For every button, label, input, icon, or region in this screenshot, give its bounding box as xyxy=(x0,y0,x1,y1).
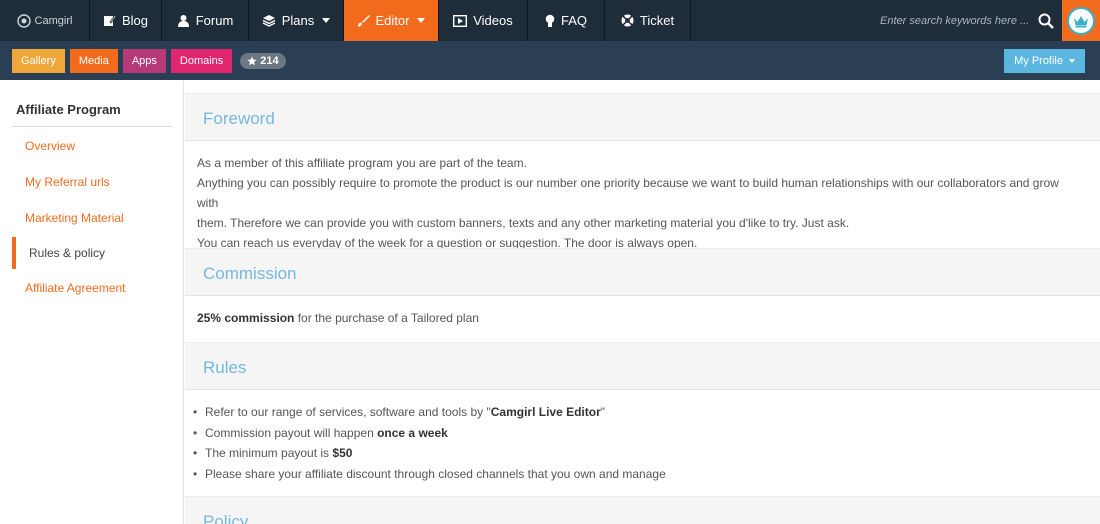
nav-plans[interactable]: Plans xyxy=(249,0,344,41)
search-icon xyxy=(1038,13,1054,29)
list-item: Refer to our range of services, software… xyxy=(191,402,666,423)
nav-videos[interactable]: Videos xyxy=(439,0,528,41)
foreword-line: them. Therefore we can provide you with … xyxy=(197,216,850,230)
list-item: Please share your affiliate discount thr… xyxy=(191,464,666,485)
commission-detail: for the purchase of a Tailored plan xyxy=(294,311,479,325)
rules-heading: Rules xyxy=(203,358,247,377)
star-icon xyxy=(247,56,257,65)
edit-icon xyxy=(103,14,116,26)
apps-button[interactable]: Apps xyxy=(122,48,166,73)
foreword-text: As a member of this affiliate program yo… xyxy=(197,153,1077,253)
rule-highlight: Camgirl Live Editor xyxy=(490,405,601,419)
rule-highlight: $50 xyxy=(332,446,353,460)
sidebar-item-rules-policy[interactable]: Rules & policy xyxy=(29,246,105,260)
avatar-button[interactable] xyxy=(1062,0,1100,41)
sidebar: Affiliate Program Overview My Referral u… xyxy=(0,80,184,524)
search-button[interactable] xyxy=(1030,0,1062,41)
nav-ticket-label: Ticket xyxy=(639,13,675,28)
nav-blog[interactable]: Blog xyxy=(90,0,162,41)
lifebuoy-icon xyxy=(621,14,634,27)
search-input[interactable] xyxy=(880,8,1030,33)
rule-text: Please share your affiliate discount thr… xyxy=(205,466,666,481)
main-content: Foreword As a member of this affiliate p… xyxy=(185,80,1100,524)
foreword-section-header: Foreword xyxy=(185,93,1100,141)
foreword-line: Anything you can possibly require to pro… xyxy=(197,176,1059,210)
rule-highlight: once a week xyxy=(377,425,448,440)
nav-blog-label: Blog xyxy=(121,13,149,28)
rule-text: Refer to our range of services, software… xyxy=(205,405,491,419)
policy-heading: Policy xyxy=(203,512,249,524)
nav-forum[interactable]: Forum xyxy=(162,0,249,41)
sidebar-title: Affiliate Program xyxy=(16,102,121,117)
chevron-down-icon xyxy=(1069,58,1075,63)
sidebar-item-marketing-material[interactable]: Marketing Material xyxy=(25,211,124,225)
chevron-down-icon xyxy=(417,18,426,23)
domains-button[interactable]: Domains xyxy=(170,48,233,73)
top-navbar: Camgirl Blog Forum Plans Editor Videos F… xyxy=(0,0,1100,41)
crown-icon xyxy=(1074,15,1088,27)
media-button[interactable]: Media xyxy=(69,48,118,73)
rules-list: Refer to our range of services, software… xyxy=(191,402,666,484)
rule-text: The minimum payout is xyxy=(205,446,333,460)
rule-text: " xyxy=(600,405,606,419)
play-icon xyxy=(453,14,468,27)
secondary-navbar: Gallery Media Apps Domains 214 My Profil… xyxy=(0,41,1100,80)
rule-text: Commission payout will happen xyxy=(205,425,378,440)
nav-editor[interactable]: Editor xyxy=(344,0,439,41)
nav-faq-label: FAQ xyxy=(560,13,587,28)
policy-section-header: Policy xyxy=(185,496,1100,524)
sidebar-item-overview[interactable]: Overview xyxy=(25,139,75,153)
commission-text: 25% commission for the purchase of a Tai… xyxy=(197,308,1077,328)
brush-icon xyxy=(357,15,370,27)
nav-plans-label: Plans xyxy=(281,13,315,28)
my-profile-label: My Profile xyxy=(1014,54,1063,67)
foreword-line: As a member of this affiliate program yo… xyxy=(197,156,527,170)
chevron-down-icon xyxy=(322,18,331,23)
star-count: 214 xyxy=(260,54,279,67)
nav-forum-label: Forum xyxy=(195,13,234,28)
sidebar-item-affiliate-agreement[interactable]: Affiliate Agreement xyxy=(25,281,126,295)
user-icon xyxy=(177,15,189,27)
list-item: The minimum payout is $50 xyxy=(191,443,666,464)
nav-ticket[interactable]: Ticket xyxy=(605,0,691,41)
active-indicator xyxy=(12,237,16,269)
avatar xyxy=(1067,6,1095,35)
sidebar-item-referral-urls[interactable]: My Referral urls xyxy=(25,175,110,189)
nav-editor-label: Editor xyxy=(375,13,410,28)
sidebar-divider xyxy=(12,126,172,127)
nav-videos-label: Videos xyxy=(473,13,513,28)
commission-heading: Commission xyxy=(203,264,297,283)
nav-faq[interactable]: FAQ xyxy=(528,0,605,41)
list-item: Commission payout will happen once a wee… xyxy=(191,423,666,444)
foreword-heading: Foreword xyxy=(203,109,275,128)
my-profile-button[interactable]: My Profile xyxy=(1004,48,1085,73)
commission-rate: 25% commission xyxy=(197,311,295,325)
gallery-button[interactable]: Gallery xyxy=(12,48,65,73)
bulb-icon xyxy=(545,14,555,27)
layers-icon xyxy=(262,15,276,27)
camera-logo-icon xyxy=(16,13,31,28)
brand-name: Camgirl xyxy=(34,14,73,27)
commission-section-header: Commission xyxy=(185,248,1100,296)
star-count-badge[interactable]: 214 xyxy=(240,52,286,69)
rules-section-header: Rules xyxy=(185,342,1100,390)
brand-logo[interactable]: Camgirl xyxy=(0,0,90,41)
search-area xyxy=(880,0,1062,41)
